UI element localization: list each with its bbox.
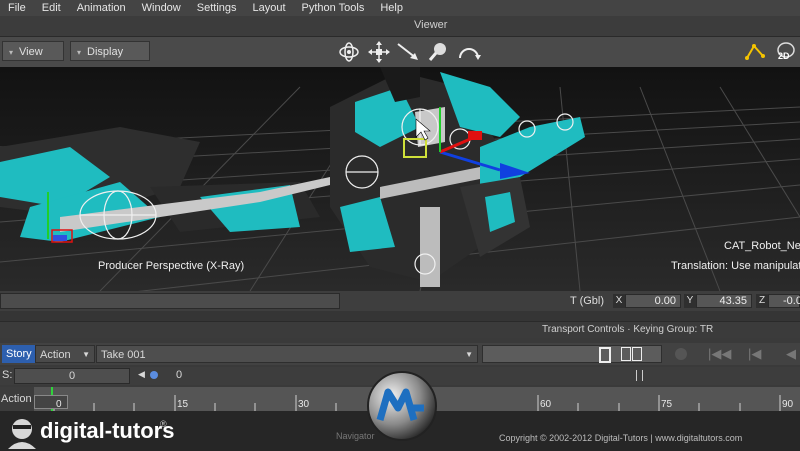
- viewer-title: Viewer: [414, 19, 448, 31]
- tick-label: 0: [56, 399, 62, 410]
- split-frame-icon-left[interactable]: [621, 347, 631, 361]
- mode-2d-label: 2D: [778, 51, 790, 61]
- menu-bar: File Edit Animation Window Settings Layo…: [0, 0, 800, 16]
- y-value-field[interactable]: 43.35: [696, 294, 752, 308]
- menu-layout[interactable]: Layout: [245, 0, 294, 16]
- x-axis-label: X: [613, 294, 625, 308]
- z-value-field[interactable]: -0.0: [768, 294, 800, 308]
- camera-label: Producer Perspective (X-Ray): [98, 260, 245, 272]
- take-label: Take 001: [101, 349, 146, 361]
- menu-help[interactable]: Help: [372, 0, 411, 16]
- z-axis-label: Z: [756, 294, 768, 308]
- split-frame-icon-right[interactable]: [632, 347, 642, 361]
- menu-python-tools[interactable]: Python Tools: [294, 0, 373, 16]
- view-label: View: [19, 46, 43, 58]
- tick-label: 90: [782, 399, 794, 410]
- transport-mode-row: Story Action ▼ Take 001 ▼ |◀◀ |◀ ◀: [0, 343, 800, 365]
- panel-divider: [0, 311, 800, 321]
- menu-edit[interactable]: Edit: [34, 0, 69, 16]
- copyright: Copyright © 2002-2012 Digital-Tutors | w…: [499, 433, 743, 443]
- step-back-icon[interactable]: |◀: [748, 346, 761, 362]
- menu-file[interactable]: File: [0, 0, 34, 16]
- s-value-field[interactable]: 0: [14, 368, 130, 384]
- menu-window[interactable]: Window: [134, 0, 189, 16]
- tick-label: 60: [540, 399, 552, 410]
- chevron-down-icon: ▼: [465, 350, 473, 359]
- transport-title: Transport Controls · Keying Group: TR: [542, 324, 714, 335]
- record-icon[interactable]: [675, 348, 687, 360]
- goto-start-icon[interactable]: |◀◀: [708, 346, 731, 362]
- view-2d-toggle[interactable]: 2D: [770, 39, 798, 65]
- 3d-viewport[interactable]: Producer Perspective (X-Ray) CAT_Robot_N…: [0, 67, 800, 291]
- view-menu-button[interactable]: ▾ View: [2, 41, 64, 61]
- tick-label: 15: [177, 399, 189, 410]
- brand-avatar-icon: [8, 419, 36, 449]
- translate-tool-icon[interactable]: [366, 39, 392, 65]
- step-left-icon[interactable]: ◀: [138, 369, 145, 380]
- transport-title-bar: Transport Controls · Keying Group: TR: [0, 321, 800, 338]
- menu-animation[interactable]: Animation: [69, 0, 134, 16]
- coordinate-bar: T (Gbl) X 0.00 Y 43.35 Z -0.0: [0, 291, 800, 311]
- play-back-icon[interactable]: ◀: [786, 346, 796, 362]
- display-menu-button[interactable]: ▾ Display: [70, 41, 150, 61]
- chevron-down-icon: ▼: [82, 350, 90, 359]
- chevron-down-icon: ▾: [77, 48, 82, 57]
- story-tab[interactable]: Story: [2, 345, 36, 363]
- manipulator-status-label: Translation: Use manipulato: [671, 260, 800, 272]
- zoom-tool-icon[interactable]: [426, 39, 452, 65]
- slider-grip-icon[interactable]: [636, 370, 643, 381]
- y-axis-label: Y: [684, 294, 696, 308]
- tick-label: 30: [298, 399, 310, 410]
- menu-settings[interactable]: Settings: [189, 0, 245, 16]
- current-frame-box[interactable]: [34, 395, 68, 409]
- select-arrow-tool-icon[interactable]: [396, 39, 422, 65]
- rotate-view-tool-icon[interactable]: [456, 39, 482, 65]
- selected-object-label: CAT_Robot_Ne: [724, 240, 800, 252]
- single-frame-icon[interactable]: [599, 347, 611, 363]
- viewer-title-bar: Viewer: [0, 16, 800, 37]
- transform-space-label: T (Gbl): [570, 295, 605, 307]
- brand-logo: digital-tutors: [40, 418, 175, 443]
- viewport-scene: [0, 67, 800, 291]
- s-label: S:: [2, 369, 13, 381]
- take-selector[interactable]: Take 001 ▼: [96, 345, 478, 363]
- action-tab-label: Action: [40, 349, 71, 361]
- chevron-down-icon: ▾: [9, 48, 14, 57]
- timeline-mode-label: Action: [1, 393, 32, 405]
- watermark-logo: [367, 371, 437, 441]
- command-field[interactable]: [0, 293, 340, 309]
- x-value-field[interactable]: 0.00: [625, 294, 681, 308]
- orbit-tool-icon[interactable]: [336, 39, 362, 65]
- action-tab[interactable]: Action ▼: [35, 345, 95, 363]
- s-value: 0: [69, 370, 76, 382]
- viewer-toolbar: ▾ View ▾ Display 2D: [0, 37, 800, 67]
- cursor-value: 0: [176, 369, 183, 381]
- display-label: Display: [87, 46, 124, 58]
- snap-points-icon[interactable]: [742, 39, 768, 65]
- trademark: ®: [160, 419, 167, 429]
- time-cursor-handle[interactable]: [150, 371, 158, 379]
- tick-label: 75: [661, 399, 673, 410]
- playback-range-field[interactable]: [482, 345, 662, 363]
